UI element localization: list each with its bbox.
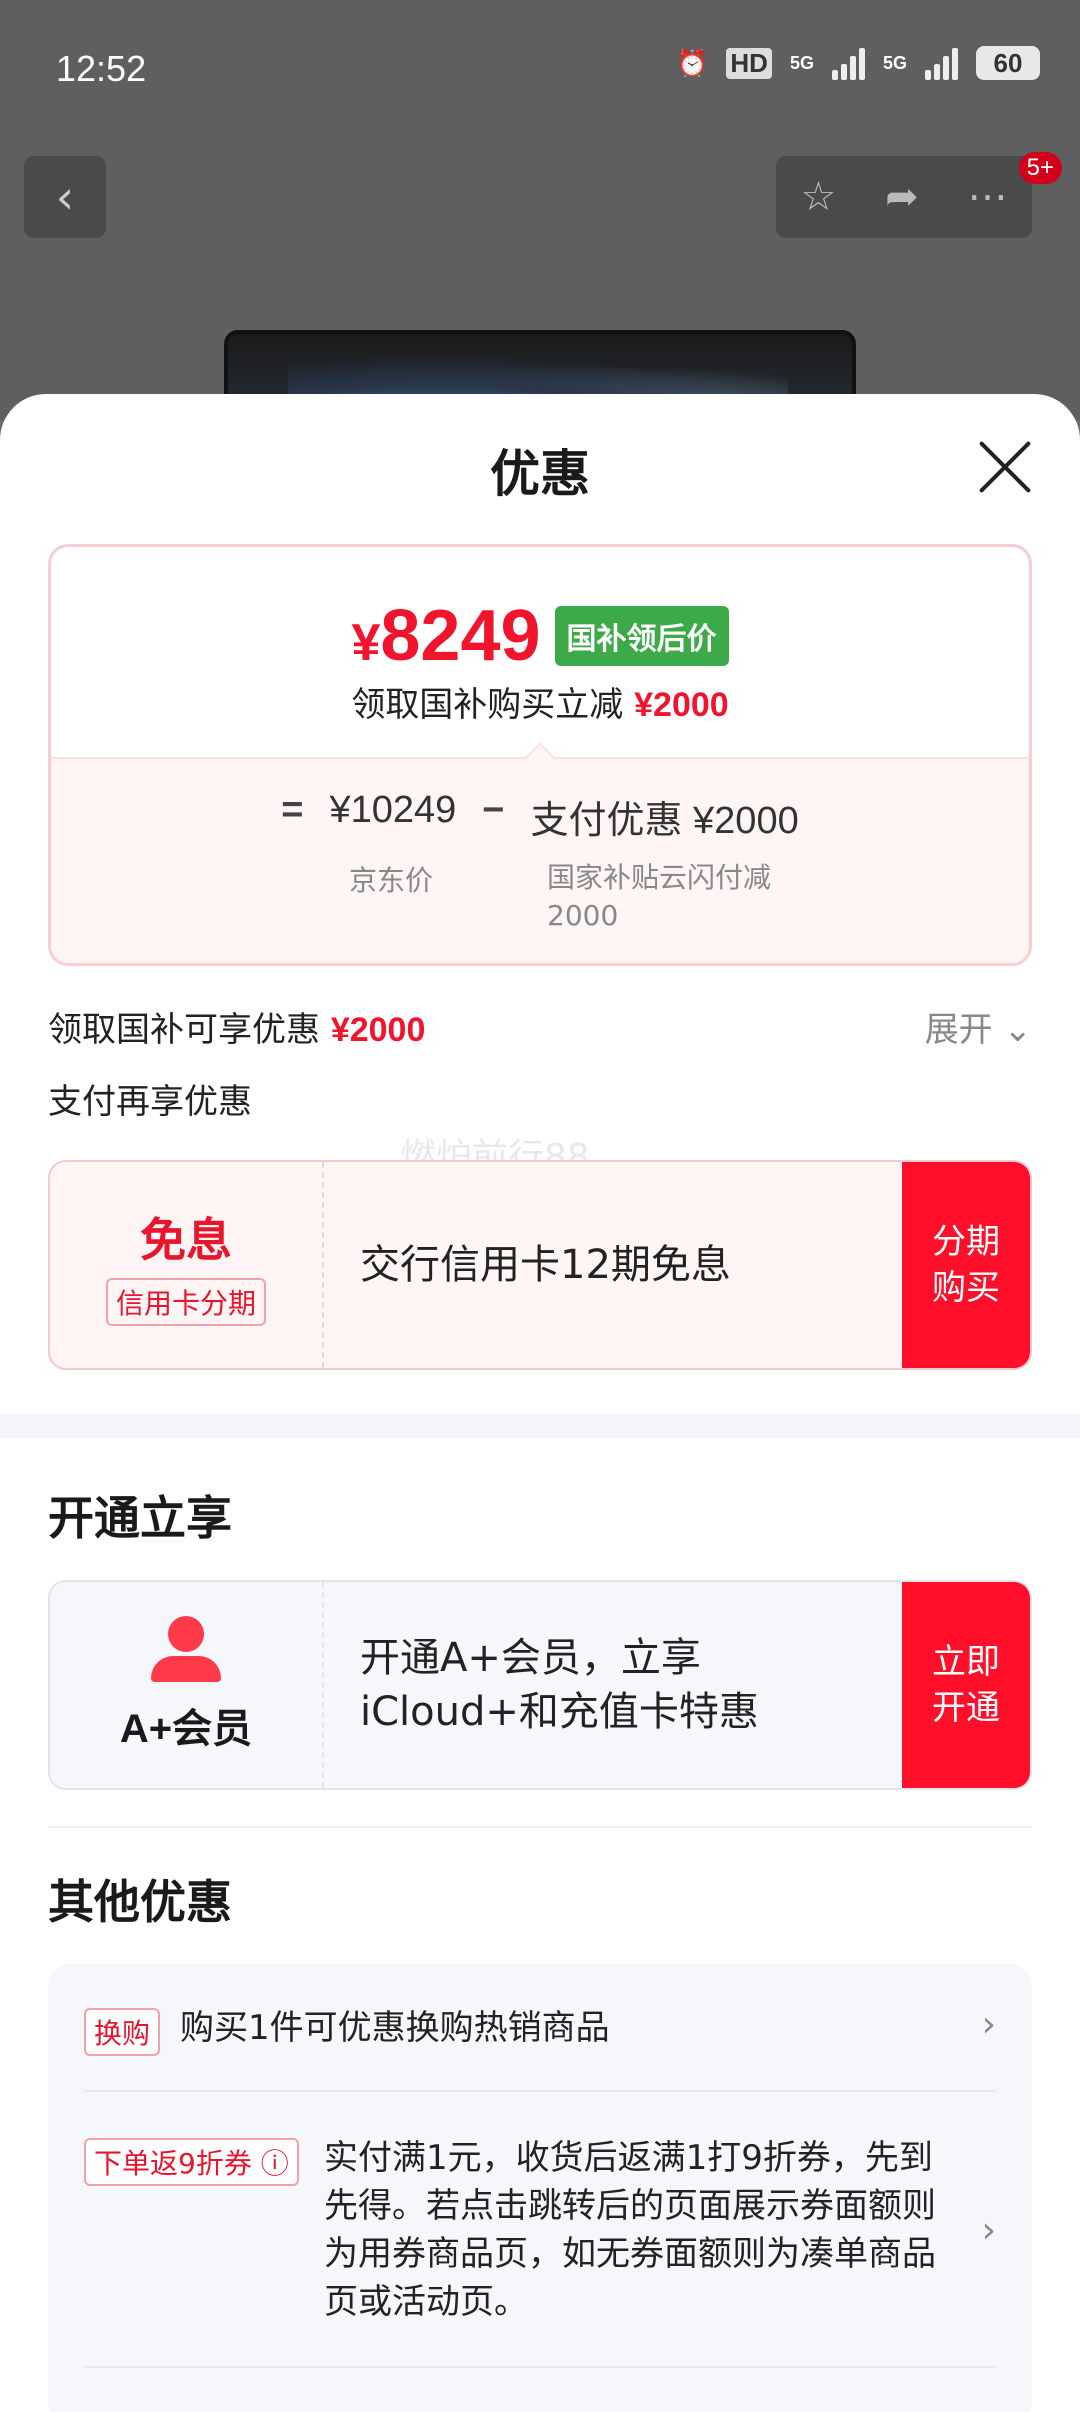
coupon-return-text: 实付满1元，收货后返满1打9折券，先到先得。若点击跳转后的页面展示券面额则为用券… (324, 2138, 936, 2322)
subsidy-description: 领取国补购买立减 ¥2000 (351, 685, 729, 725)
jd-price-label: 京东价 (349, 864, 434, 897)
discount-sheet: 优惠 ¥8249 国补领后价 领取国补购买立减 ¥2000 = ¥10249 −… (0, 394, 1080, 2412)
member-label: A+会员 (119, 1707, 253, 1751)
chevron-left-icon: ‹ (55, 170, 75, 224)
exchange-text: 购买1件可优惠换购热销商品 (180, 2008, 610, 2048)
other-section-title: 其他优惠 (48, 1875, 232, 1929)
chevron-right-icon: › (981, 2210, 996, 2251)
sheet-title: 优惠 (490, 445, 590, 503)
nav-actions: ☆ ➦ ⋯ (776, 156, 1032, 238)
chevron-right-icon: › (981, 2004, 996, 2045)
installment-card: 免息 信用卡分期 交行信用卡12期免息 分期 购买 (48, 1160, 1032, 1370)
final-price: ¥8249 (351, 596, 541, 676)
expand-button[interactable]: 展开 ⌄ (925, 1002, 1032, 1051)
price-card: ¥8249 国补领后价 领取国补购买立减 ¥2000 = ¥10249 − 支付… (48, 544, 1032, 966)
credit-installment-tag: 信用卡分期 (105, 1278, 266, 1326)
background-page: 12:52 ⏰ HD 5G 5G 60 ‹ ☆ ➦ ⋯ 5+ (0, 0, 1080, 450)
list-item[interactable]: 下单返9折券 ⓘ 实付满1元，收货后返满1打9折券，先到先得。若点击跳转后的页面… (84, 2134, 996, 2334)
pay-discount-row: 支付再享优惠 (48, 1082, 252, 1122)
jd-price: ¥10249 (329, 789, 457, 831)
membership-card: A+会员 开通A+会员，立享iCloud+和充值卡特惠 立即 开通 (48, 1580, 1032, 1790)
subsidy-row: 领取国补可享优惠 ¥2000 (48, 1010, 426, 1050)
network-type-2: 5G (882, 53, 907, 73)
price-formula: = ¥10249 − 支付优惠 ¥2000 (281, 789, 799, 842)
person-icon (151, 1616, 221, 1682)
battery-icon: 60 (976, 46, 1040, 80)
status-icons: ⏰ HD 5G 5G 60 (676, 46, 1040, 80)
alarm-icon: ⏰ (676, 47, 709, 78)
back-button[interactable]: ‹ (24, 156, 106, 238)
other-discounts-list: 换购 购买1件可优惠换购热销商品 › 下单返9折券 ⓘ 实付满1元，收货后返满1… (48, 1964, 1032, 2412)
signal-icon-1 (831, 46, 865, 80)
close-icon[interactable] (976, 438, 1034, 496)
pay-discount: 支付优惠 ¥2000 (530, 800, 799, 842)
coupon-return-tag: 下单返9折券 ⓘ (84, 2138, 299, 2186)
status-time: 12:52 (56, 48, 147, 89)
network-type-1: 5G (789, 53, 814, 73)
list-item[interactable]: 换购 购买1件可优惠换购热销商品 › (84, 2004, 996, 2056)
star-icon[interactable]: ☆ (800, 174, 836, 220)
signal-icon-2 (925, 46, 958, 80)
discount-label: 国家补贴云闪付减2000 (547, 861, 772, 932)
share-icon[interactable]: ➦ (885, 174, 919, 220)
message-badge: 5+ (1018, 152, 1062, 184)
interest-free-label: 免息 (140, 1213, 232, 1267)
exchange-tag: 换购 (84, 2008, 161, 2056)
open-membership-button[interactable]: 立即 开通 (902, 1582, 1030, 1788)
chevron-down-icon: ⌄ (1003, 1010, 1033, 1050)
open-section-title: 开通立享 (48, 1491, 232, 1545)
section-divider (0, 1414, 1080, 1438)
more-icon[interactable]: ⋯ (968, 174, 1008, 220)
status-bar: 12:52 ⏰ HD 5G 5G 60 (0, 0, 1080, 140)
membership-description: 开通A+会员，立享iCloud+和充值卡特惠 (360, 1635, 759, 1735)
installment-buy-button[interactable]: 分期 购买 (902, 1162, 1030, 1368)
hd-icon: HD (726, 47, 772, 79)
subsidy-price-tag: 国补领后价 (554, 606, 729, 666)
installment-description: 交行信用卡12期免息 (360, 1242, 731, 1288)
